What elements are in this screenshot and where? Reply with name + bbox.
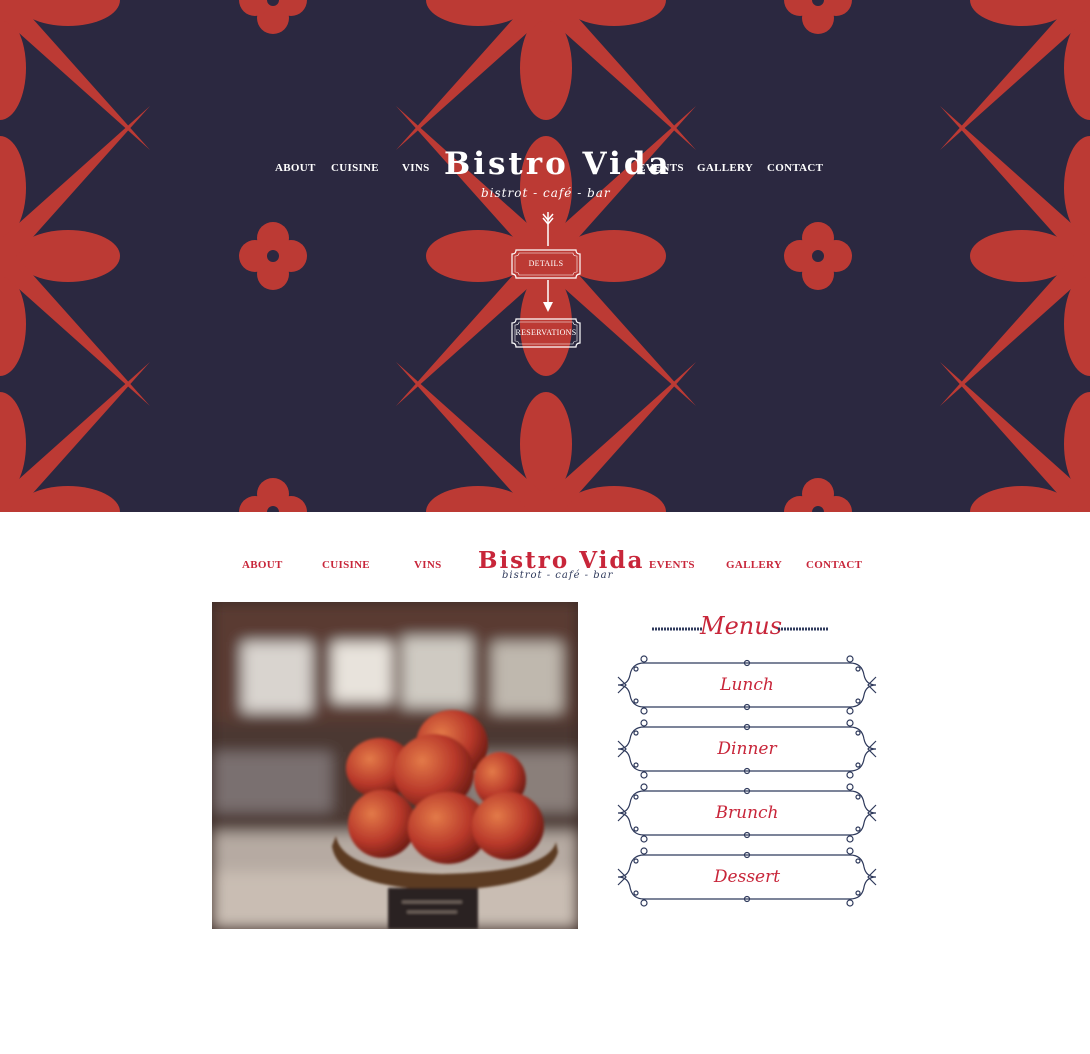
menu-item-brunch[interactable]: Brunch	[612, 783, 882, 843]
nav-gallery[interactable]: GALLERY	[726, 559, 782, 571]
nav-vins[interactable]: VINS	[402, 162, 430, 174]
reservations-label: RESERVATIONS	[515, 328, 577, 337]
menu-item-dinner[interactable]: Dinner	[612, 719, 882, 779]
nav-contact[interactable]: CONTACT	[806, 559, 862, 571]
menu-item-label: Lunch	[720, 675, 774, 695]
logo-subtitle: bistrot - café - bar	[502, 570, 614, 581]
reservations-button[interactable]: RESERVATIONS	[510, 317, 582, 349]
nav-about[interactable]: ABOUT	[242, 559, 283, 571]
arrow-down-icon	[543, 280, 553, 312]
arrow-down-icon	[542, 212, 554, 246]
nav-cuisine[interactable]: CUISINE	[322, 559, 370, 571]
nav-vins[interactable]: VINS	[414, 559, 442, 571]
nav-contact[interactable]: CONTACT	[767, 162, 823, 174]
menus-divider-left	[652, 627, 702, 631]
menu-item-label: Brunch	[715, 803, 779, 823]
logo-subtitle: bistrot - café - bar	[481, 186, 611, 200]
nav-about[interactable]: ABOUT	[275, 162, 316, 174]
hero-banner: ABOUT CUISINE VINS Bistro Vida bistrot -…	[0, 0, 1090, 512]
details-label: DETAILS	[528, 259, 564, 268]
details-button[interactable]: DETAILS	[510, 248, 582, 280]
nav-events[interactable]: EVENTS	[638, 162, 684, 174]
menu-item-label: Dinner	[717, 739, 777, 759]
menu-item-dessert[interactable]: Dessert	[612, 847, 882, 907]
menu-item-label: Dessert	[713, 867, 781, 887]
menus-divider-right	[778, 627, 828, 631]
menus-heading: Menus	[700, 612, 783, 640]
nav-events[interactable]: EVENTS	[649, 559, 695, 571]
nav-gallery[interactable]: GALLERY	[697, 162, 753, 174]
menu-item-lunch[interactable]: Lunch	[612, 655, 882, 715]
nav-cuisine[interactable]: CUISINE	[331, 162, 379, 174]
apples-photo	[212, 602, 578, 929]
